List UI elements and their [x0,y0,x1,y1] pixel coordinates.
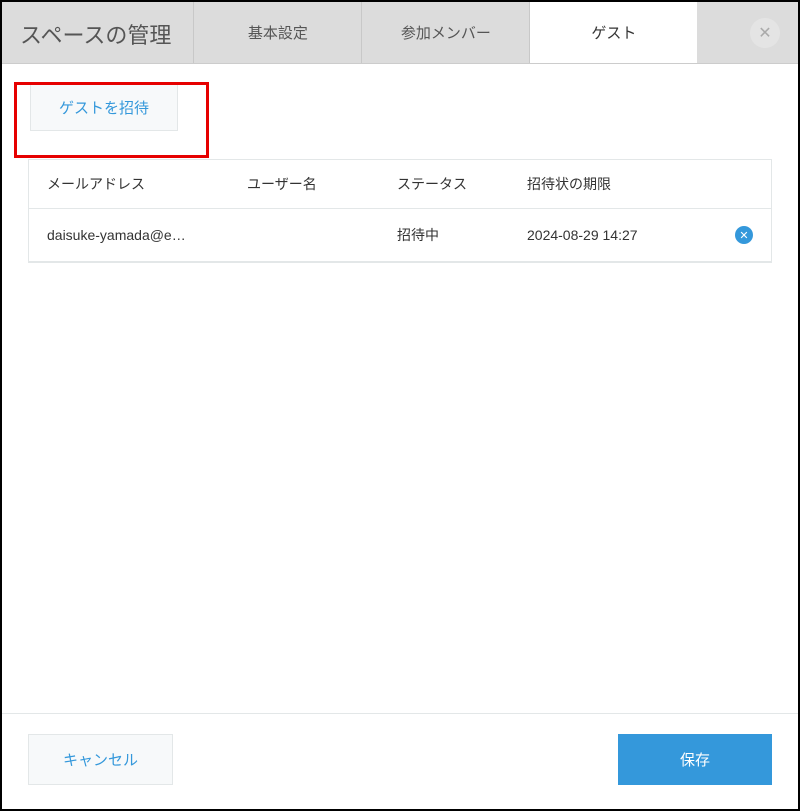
tab-bar: 基本設定 参加メンバー ゲスト [193,2,798,63]
cancel-button[interactable]: キャンセル [28,734,173,785]
col-header-email: メールアドレス [47,174,247,194]
table-row: daisuke-yamada@e… 招待中 2024-08-29 14:27 ✕ [29,209,771,262]
save-button[interactable]: 保存 [618,734,772,785]
cell-expiry: 2024-08-29 14:27 [527,227,723,243]
close-icon: ✕ [758,23,771,43]
tab-content: ゲストを招待 メールアドレス ユーザー名 ステータス 招待状の期限 daisuk… [2,64,798,263]
tab-members[interactable]: 参加メンバー [361,2,529,63]
col-header-action [723,174,753,194]
remove-guest-button[interactable]: ✕ [735,226,753,244]
cell-action: ✕ [723,226,753,244]
table-header-row: メールアドレス ユーザー名 ステータス 招待状の期限 [29,160,771,209]
dialog-footer: キャンセル 保存 [2,713,798,809]
close-icon: ✕ [739,229,748,242]
col-header-expiry: 招待状の期限 [527,174,723,194]
tab-guests[interactable]: ゲスト [529,2,697,63]
dialog-header: スペースの管理 基本設定 参加メンバー ゲスト ✕ [2,2,798,64]
dialog-title: スペースの管理 [2,2,193,63]
close-button[interactable]: ✕ [750,18,780,48]
guest-table: メールアドレス ユーザー名 ステータス 招待状の期限 daisuke-yamad… [28,159,772,263]
cell-status: 招待中 [397,225,527,245]
cell-email: daisuke-yamada@e… [47,227,247,243]
invite-guest-button[interactable]: ゲストを招待 [30,84,178,131]
tab-basic-settings[interactable]: 基本設定 [193,2,361,63]
col-header-status: ステータス [397,174,527,194]
col-header-username: ユーザー名 [247,174,397,194]
